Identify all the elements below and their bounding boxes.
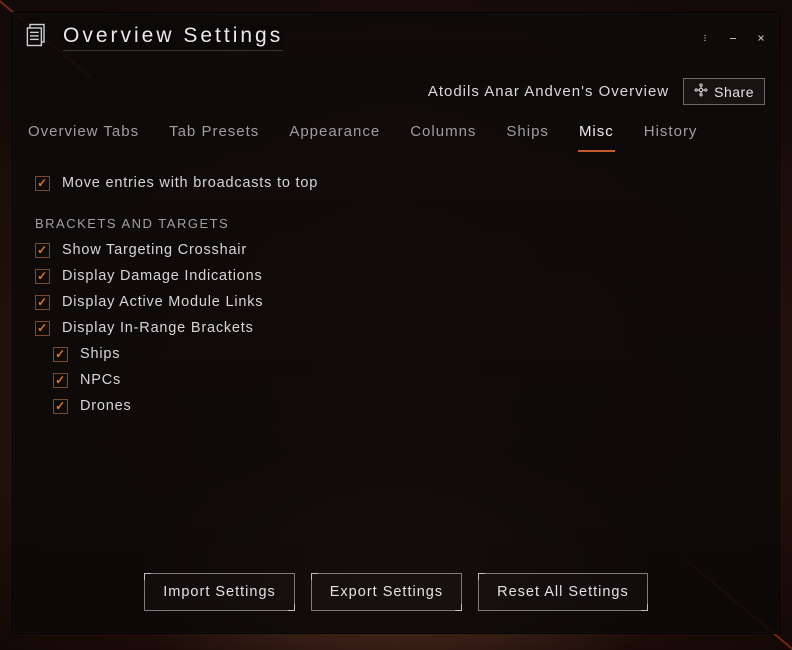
label-damage-indications: Display Damage Indications [62,268,263,284]
row-in-range-brackets: Display In-Range Brackets [35,315,757,341]
minimize-icon[interactable] [725,30,741,46]
brackets-section-title: BRACKETS AND TARGETS [35,196,757,237]
row-sub-ships: Ships [35,341,757,367]
checkbox-sub-npcs[interactable] [53,373,68,388]
share-button[interactable]: Share [683,78,765,105]
label-move-broadcasts: Move entries with broadcasts to top [62,175,318,191]
tab-misc[interactable]: Misc [578,123,615,152]
row-sub-npcs: NPCs [35,367,757,393]
checkbox-damage-indications[interactable] [35,269,50,284]
export-settings-button[interactable]: Export Settings [311,573,462,611]
row-active-module-links: Display Active Module Links [35,289,757,315]
row-sub-drones: Drones [35,393,757,419]
share-button-label: Share [714,84,754,100]
footer-buttons: Import Settings Export Settings Reset Al… [13,557,779,633]
close-icon[interactable] [753,30,769,46]
label-sub-npcs: NPCs [80,372,121,388]
checkbox-sub-ships[interactable] [53,347,68,362]
tab-columns[interactable]: Columns [409,123,477,152]
checkbox-in-range-brackets[interactable] [35,321,50,336]
tab-overview-tabs[interactable]: Overview Tabs [27,123,140,152]
tab-bar: Overview Tabs Tab Presets Appearance Col… [13,113,779,152]
checkbox-sub-drones[interactable] [53,399,68,414]
share-icon [694,83,708,100]
kebab-menu-icon[interactable] [697,30,713,46]
checkbox-targeting-crosshair[interactable] [35,243,50,258]
label-active-module-links: Display Active Module Links [62,294,263,310]
misc-panel: Move entries with broadcasts to top BRAC… [13,152,779,557]
tab-ships[interactable]: Ships [505,123,550,152]
window-title: Overview Settings [63,24,283,51]
import-settings-button[interactable]: Import Settings [144,573,295,611]
tab-history[interactable]: History [643,123,699,152]
tab-appearance[interactable]: Appearance [288,123,381,152]
overview-settings-window: Overview Settings Atodils Anar Andven's … [12,12,780,634]
checkbox-active-module-links[interactable] [35,295,50,310]
settings-document-icon [23,21,51,54]
overview-name-label: Atodils Anar Andven's Overview [428,83,669,100]
row-targeting-crosshair: Show Targeting Crosshair [35,237,757,263]
row-damage-indications: Display Damage Indications [35,263,757,289]
tab-tab-presets[interactable]: Tab Presets [168,123,260,152]
row-move-broadcasts: Move entries with broadcasts to top [35,170,757,196]
label-in-range-brackets: Display In-Range Brackets [62,320,254,336]
label-sub-ships: Ships [80,346,120,362]
subheader: Atodils Anar Andven's Overview Share [13,60,779,113]
label-targeting-crosshair: Show Targeting Crosshair [62,242,247,258]
reset-all-settings-button[interactable]: Reset All Settings [478,573,648,611]
checkbox-move-broadcasts[interactable] [35,176,50,191]
label-sub-drones: Drones [80,398,132,414]
titlebar: Overview Settings [13,13,779,60]
